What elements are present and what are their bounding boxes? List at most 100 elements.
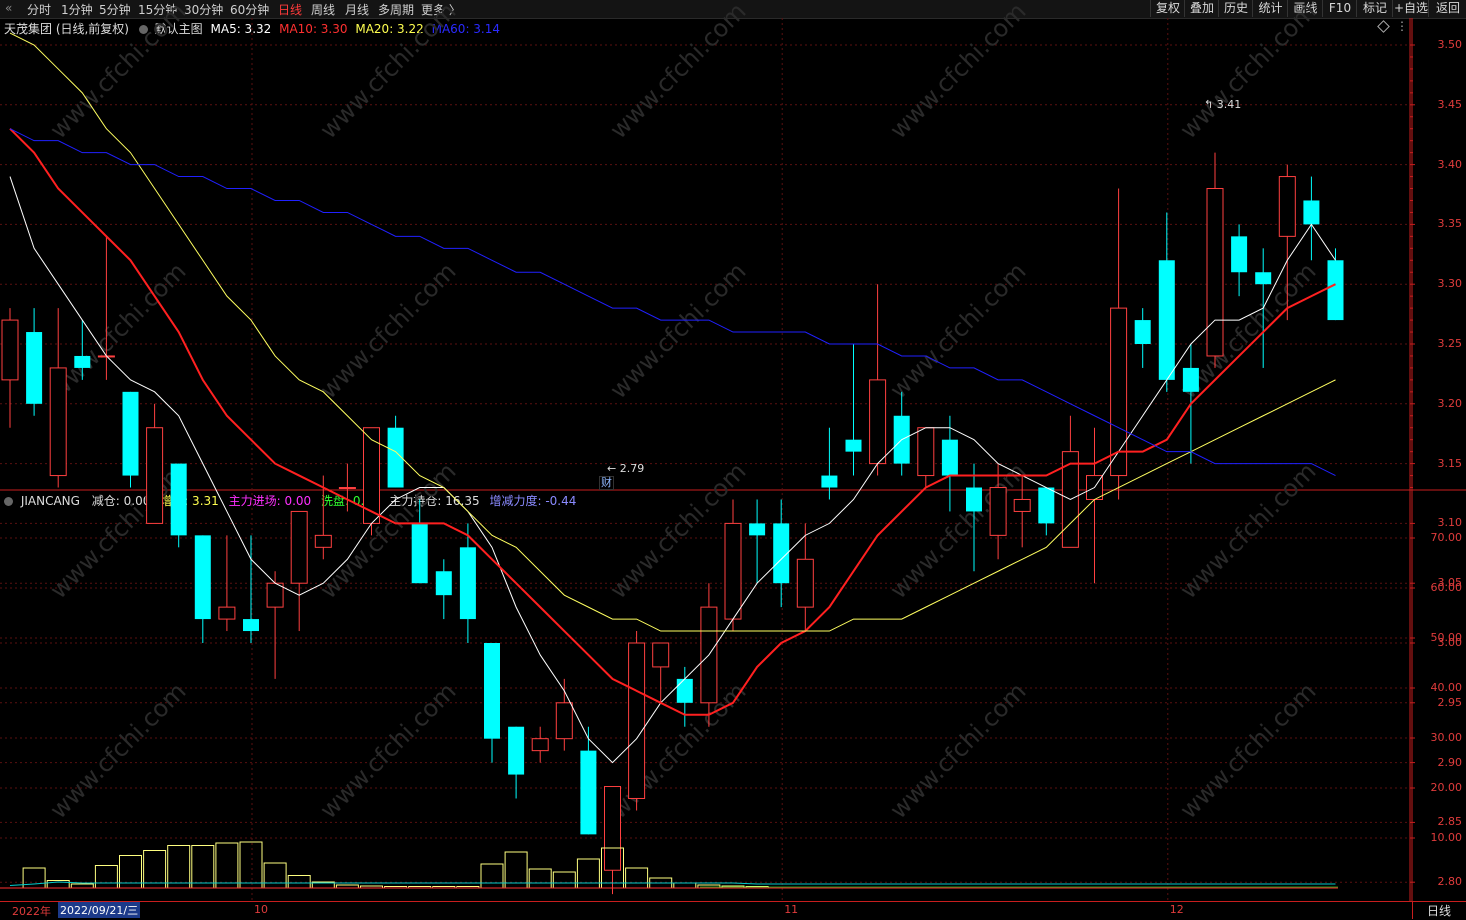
zengcang-bar (480, 863, 504, 889)
candle-body (869, 379, 887, 465)
candle-body (194, 535, 211, 620)
sub-tick-label: 50.00 (1430, 631, 1463, 644)
candle-body (652, 642, 670, 668)
candle-body (1134, 320, 1151, 344)
period-indicator[interactable]: 日线 (1412, 902, 1465, 919)
candle-body (821, 475, 838, 488)
watermark: www.cfchi.com (44, 457, 191, 604)
zengcang-bar (94, 865, 118, 889)
price-tick-label: 2.95 (1437, 695, 1463, 709)
price-tick-label: 2.80 (1437, 875, 1463, 889)
ma-line-ma60 (9, 128, 1336, 477)
low-annotation: ← 2.79 (607, 462, 645, 475)
zengcang-bar (215, 842, 239, 889)
low-value: 2.79 (619, 462, 645, 475)
candle-body (484, 643, 500, 739)
candle-body (26, 332, 43, 404)
price-tick-label: 3.20 (1437, 396, 1463, 410)
candle-body (966, 487, 982, 512)
zengcang-bar (625, 867, 649, 889)
candle-body (917, 427, 935, 477)
candle-body (290, 510, 308, 584)
watermark: www.cfchi.com (884, 257, 1031, 404)
candle-body (74, 355, 91, 368)
month-label: 12 (1169, 903, 1184, 916)
sub-tick-label: 20.00 (1430, 781, 1463, 794)
kline-chart[interactable]: www.cfchi.com www.cfchi.com www.cfchi.com w… (0, 0, 1466, 919)
year-label: 2022年 (12, 905, 51, 918)
candle-body (845, 439, 862, 452)
candle-body (170, 463, 187, 536)
candle-body (749, 523, 766, 536)
candle-body (676, 678, 693, 703)
price-tick-label: 3.50 (1437, 38, 1463, 51)
price-tick-label: 3.25 (1437, 337, 1463, 350)
candle-body (1038, 487, 1055, 524)
candle-body (1, 319, 19, 381)
candle-body (243, 619, 259, 632)
ma-line-ma5 (9, 176, 1336, 764)
candle-body (411, 523, 428, 584)
sub-tick-label: 60.00 (1430, 581, 1463, 594)
zengcang-bar (239, 841, 263, 889)
zengcang-bar (673, 882, 697, 889)
candle-body (459, 547, 476, 620)
zengcang-bar (528, 868, 552, 889)
candle-body (555, 702, 573, 740)
price-tick-label: 3.40 (1437, 157, 1463, 171)
candle-body (1182, 367, 1199, 392)
watermark: www.cfchi.com (314, 257, 461, 404)
candle-body (1255, 272, 1272, 285)
high-annotation: ↰ 3.41 (1204, 98, 1242, 111)
candle-body (338, 487, 356, 490)
zengcang-bar (167, 845, 191, 889)
candle-body (531, 738, 549, 752)
sub-tick-label: 70.00 (1430, 531, 1463, 544)
sub-tick-label: 30.00 (1430, 731, 1463, 744)
watermark: www.cfchi.com (1174, 677, 1321, 824)
watermark: www.cfchi.com (604, 0, 751, 144)
candle-body (989, 487, 1007, 536)
candle-body (941, 439, 958, 476)
candle-body (1231, 236, 1248, 273)
price-tick-label: 3.30 (1437, 277, 1463, 291)
sub-tick-label: 10.00 (1430, 831, 1463, 844)
sub-tick-label: 40.00 (1430, 681, 1463, 694)
price-tick-label: 2.90 (1437, 755, 1463, 769)
price-tick-label: 3.10 (1437, 516, 1463, 530)
cursor-date-label: 2022/09/21/三 (58, 902, 141, 918)
zengcang-bar (576, 858, 600, 889)
candle-body (724, 522, 742, 620)
watermark: www.cfchi.com (44, 677, 191, 824)
watermark: www.cfchi.com (1174, 457, 1321, 604)
candle-body (508, 726, 525, 775)
finance-marker[interactable]: 财 (599, 476, 614, 490)
candle-body (1303, 200, 1320, 225)
more-options-icon[interactable]: ⋮ (1396, 19, 1408, 33)
watermark: www.cfchi.com (884, 0, 1031, 144)
watermark: www.cfchi.com (1174, 0, 1321, 144)
watermark: www.cfchi.com (884, 457, 1031, 604)
price-tick-label: 3.15 (1437, 456, 1463, 470)
candle-body (266, 582, 284, 608)
candle-body (122, 391, 139, 476)
high-value: 3.41 (1216, 98, 1242, 111)
candle-body (435, 571, 452, 596)
candle-body (1110, 307, 1128, 477)
candle-body (580, 750, 597, 835)
candle-body (146, 427, 164, 524)
candle-body (796, 558, 814, 608)
price-tick-label: 3.45 (1437, 97, 1463, 111)
zengcang-bar (263, 862, 287, 889)
candle-body (1158, 260, 1175, 380)
ma-line-ma10 (9, 128, 1336, 716)
watermark: www.cfchi.com (314, 677, 461, 824)
candle-body (218, 606, 236, 620)
price-tick-label: 2.85 (1437, 815, 1463, 829)
watermark: www.cfchi.com (884, 677, 1031, 824)
month-label: 11 (784, 903, 799, 916)
zengcang-bar (70, 883, 94, 889)
month-label: 10 (254, 903, 268, 916)
candle-body (1327, 260, 1344, 321)
candle-body (49, 367, 67, 477)
